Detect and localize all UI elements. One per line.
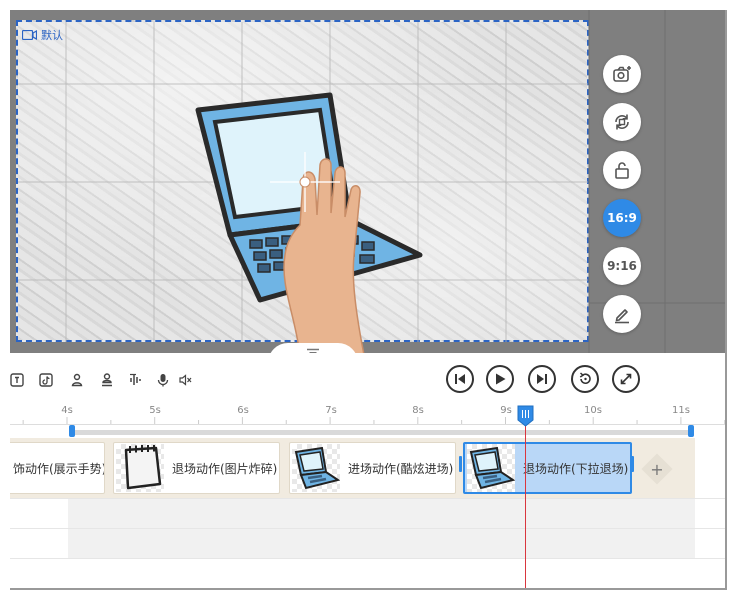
clip-enter-cool[interactable]: 进场动作(酷炫进场) [289, 442, 456, 494]
fullscreen-icon [620, 373, 632, 385]
plus-icon: + [650, 459, 664, 479]
voice-wave-icon[interactable] [129, 373, 143, 387]
skip-back-button[interactable] [446, 365, 474, 393]
person-icon[interactable] [70, 373, 84, 387]
text-frame-icon[interactable] [10, 373, 24, 387]
scrollbar-left-handle[interactable] [69, 425, 75, 437]
laptop-thumbnail [292, 444, 341, 492]
microphone-icon[interactable] [156, 373, 170, 387]
tiktok-icon[interactable] [39, 373, 53, 387]
unlock-icon [615, 162, 629, 179]
timeline-panel[interactable]: 4s 5s 6s 7s 8s 9s 10s 11s 饰动作(展示手势) 退场动作… [10, 403, 725, 588]
tick-label: 10s [584, 405, 602, 416]
laptop-icon [469, 446, 516, 490]
pencil-icon [615, 309, 629, 324]
playback-toolbar [10, 353, 725, 403]
empty-track[interactable] [10, 558, 725, 588]
clip-label: 饰动作(展示手势) [13, 461, 105, 476]
app-window: 默认 16:9 9:16 4s 5s 6s 7s 8s 9s 10s 11s 饰… [0, 0, 736, 599]
notepad-thumbnail [116, 444, 164, 492]
playhead-handle[interactable] [517, 405, 534, 427]
scene-label-text: 默认 [41, 29, 63, 42]
rotate-icon [615, 114, 629, 130]
fullscreen-button[interactable] [612, 365, 640, 393]
edit-button[interactable] [603, 295, 641, 333]
camera-icon [22, 30, 37, 40]
tick-label: 6s [237, 405, 249, 416]
transform-crosshair[interactable] [270, 152, 340, 212]
clip-exit-shatter[interactable]: 退场动作(图片炸碎) [113, 442, 280, 494]
clip-exit-pulldown[interactable]: 退场动作(下拉退场) [463, 442, 632, 494]
laptop-icon [294, 446, 341, 490]
ratio-9-16-button[interactable]: 9:16 [603, 247, 641, 285]
play-icon [496, 373, 506, 385]
tick-label: 7s [325, 405, 337, 416]
laptop-thumbnail [467, 444, 516, 492]
camera-plus-icon [613, 66, 631, 82]
skip-back-icon [455, 374, 465, 384]
skip-forward-icon [537, 374, 547, 384]
replay-button[interactable] [571, 365, 599, 393]
ruler-ticks [10, 417, 725, 425]
tick-label: 11s [672, 405, 690, 416]
lock-button[interactable] [603, 151, 641, 189]
clip-show-gesture[interactable]: 饰动作(展示手势) [10, 442, 105, 494]
screenshot-button[interactable] [603, 55, 641, 93]
skip-forward-button[interactable] [528, 365, 556, 393]
timeline-scrollbar[interactable] [72, 430, 692, 435]
add-clip-button[interactable]: + [641, 453, 673, 485]
ratio-9-16-label: 9:16 [607, 259, 637, 273]
clip-label: 进场动作(酷炫进场) [348, 461, 454, 476]
action-track: 饰动作(展示手势) 退场动作(图片炸碎) 进场动作(酷炫进场) 退场动作(下拉退… [10, 438, 725, 498]
notepad-icon [124, 445, 162, 490]
rotate-button[interactable] [603, 103, 641, 141]
tick-label: 9s [500, 405, 512, 416]
clip-label: 退场动作(图片炸碎) [172, 461, 278, 476]
playhead-line[interactable] [525, 415, 526, 588]
window-edge [725, 10, 727, 590]
mute-icon[interactable] [179, 373, 193, 387]
collapse-panel-button[interactable] [268, 343, 358, 353]
canvas-stage[interactable]: 默认 16:9 9:16 [10, 10, 725, 353]
clip-label: 退场动作(下拉退场) [523, 461, 629, 476]
ratio-16-9-label: 16:9 [607, 211, 637, 225]
tick-label: 8s [412, 405, 424, 416]
window-edge [10, 588, 727, 590]
clip-trim-left-handle[interactable] [459, 456, 462, 472]
play-button[interactable] [486, 365, 514, 393]
replay-icon [579, 372, 591, 385]
empty-track[interactable] [10, 498, 725, 529]
empty-track[interactable] [10, 528, 725, 559]
scrollbar-right-handle[interactable] [688, 425, 694, 437]
tick-label: 4s [61, 405, 73, 416]
tick-label: 5s [149, 405, 161, 416]
time-ruler[interactable]: 4s 5s 6s 7s 8s 9s 10s 11s [10, 403, 725, 425]
scene-label[interactable]: 默认 [22, 27, 63, 43]
person-stand-icon[interactable] [100, 373, 114, 387]
ratio-16-9-button[interactable]: 16:9 [603, 199, 641, 237]
clip-trim-right-handle[interactable] [631, 456, 634, 472]
